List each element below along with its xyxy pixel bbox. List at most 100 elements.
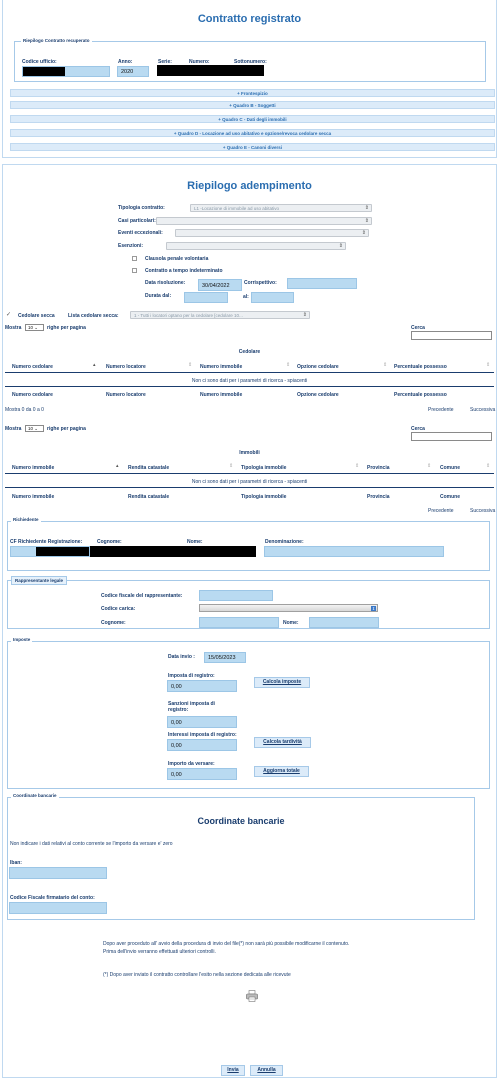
cf-richiedente-field[interactable] <box>10 546 90 557</box>
sort-icon[interactable]: ⇕ <box>355 463 359 469</box>
annulla-button[interactable]: Annulla <box>250 1065 283 1076</box>
denominazione-field[interactable] <box>264 546 444 557</box>
cedolare-foot-col-2: Numero locatore <box>106 392 146 398</box>
cedolare-secca-label: Cedolare secca <box>18 313 55 319</box>
cognome-richiedente-label: Cognome: <box>97 539 122 545</box>
iban-field[interactable] <box>9 867 107 879</box>
data-risoluzione-field[interactable]: 30/04/2022 <box>198 279 242 291</box>
immobili-foot-col-3: Tipologia immobile <box>241 494 287 500</box>
immobili-page-size-select[interactable]: 10 ⌄ <box>25 425 44 432</box>
nome-rappresentante-field[interactable] <box>309 617 379 628</box>
sort-icon[interactable]: ▴ <box>93 362 96 368</box>
immobili-col-4[interactable]: Provincia <box>367 465 390 471</box>
immobili-foot-col-1: Numero immobile <box>12 494 55 500</box>
al-label: al: <box>243 294 249 300</box>
esenzioni-select[interactable]: ⇕ <box>166 242 346 250</box>
interessi-field[interactable]: 0,00 <box>167 739 237 751</box>
cedolare-table-title: Cedolare <box>238 349 261 355</box>
coordinate-legend: Coordinate bancarie <box>11 793 59 798</box>
data-invio-field[interactable]: 15/05/2023 <box>204 652 246 663</box>
immobili-col-1[interactable]: Numero immobile <box>12 465 54 471</box>
chevron-updown-icon: ⇕ <box>364 218 369 224</box>
immobili-foot-col-5: Comune <box>440 494 460 500</box>
aggiorna-totale-button[interactable]: Aggiorna totale <box>254 766 309 777</box>
importo-field[interactable]: 0,00 <box>167 768 237 780</box>
nome-rappresentante-label: Nome: <box>283 620 299 626</box>
tempo-indeterminato-checkbox[interactable] <box>132 268 137 273</box>
eventi-select[interactable]: ⇕ <box>175 229 369 237</box>
chevron-updown-icon: ⇕ <box>364 205 369 211</box>
sort-icon[interactable]: ⇕ <box>229 463 233 469</box>
immobili-show-prefix: Mostra <box>5 426 22 432</box>
importo-label: Importo da versare: <box>168 761 215 767</box>
cognome-rappresentante-label: Cognome: <box>101 620 126 626</box>
carica-select[interactable]: ⇕ <box>199 604 378 612</box>
rappresentante-legend: Rappresentante legale <box>11 576 68 585</box>
imposte-fieldset <box>7 641 490 789</box>
sort-icon[interactable]: ⇕ <box>188 362 192 368</box>
cedolare-next[interactable]: Successiva <box>470 407 495 413</box>
cedolare-col-2[interactable]: Numero locatore <box>106 364 146 370</box>
cedolare-page-size-select[interactable]: 10 ⌄ <box>25 324 44 331</box>
sort-icon[interactable]: ⇕ <box>427 463 431 469</box>
casi-select[interactable]: ⇕ <box>156 217 372 225</box>
footer-note-2: Prima dell'invio verranno effettuati ult… <box>103 949 216 955</box>
sort-icon[interactable]: ▴ <box>116 463 119 469</box>
sanzioni-field[interactable]: 0,00 <box>167 716 237 728</box>
cf-rappresentante-field[interactable] <box>199 590 273 601</box>
chevron-updown-icon: ⇕ <box>338 243 343 249</box>
immobili-search-input[interactable] <box>411 432 492 441</box>
immobili-next[interactable]: Successiva <box>470 508 495 514</box>
cedolare-show-prefix: Mostra <box>5 325 22 331</box>
chevron-updown-icon: ⇕ <box>302 312 307 318</box>
interessi-label: Interessi imposta di registro: <box>168 732 237 738</box>
cognome-rappresentante-field[interactable] <box>199 617 279 628</box>
checkmark-icon[interactable]: ✓ <box>6 311 11 318</box>
lista-cedolare-select[interactable]: 1 - Tutti i locatori optano per la cedol… <box>130 311 310 319</box>
clausola-checkbox[interactable] <box>132 256 137 261</box>
immobili-foot-col-4: Provincia <box>367 494 390 500</box>
immobili-col-5[interactable]: Comune <box>440 465 460 471</box>
invia-button[interactable]: Invia <box>221 1065 245 1076</box>
cedolare-info: Mostra 0 da 0 a 0 <box>5 407 44 413</box>
corrispettivo-field[interactable] <box>287 278 357 289</box>
immobili-prev[interactable]: Precedente <box>428 508 454 514</box>
immobili-foot-col-2: Rendita catastale <box>128 494 170 500</box>
cedolare-col-4[interactable]: Opzione cedolare <box>297 364 339 370</box>
corrispettivo-label: Corrispettivo: <box>244 280 277 286</box>
durata-dal-field[interactable] <box>184 292 228 303</box>
cf-firmatario-label: Codice Fiscale firmatario del conto: <box>10 895 95 901</box>
calcola-tardivita-button[interactable]: Calcola tardività <box>254 737 311 748</box>
imposta-label: Imposta di registro: <box>168 673 215 679</box>
cedolare-foot-col-5: Percentuale possesso <box>394 392 447 398</box>
imposta-field[interactable]: 0,00 <box>167 680 237 692</box>
tipologia-label: Tipologia contratto: <box>118 205 165 211</box>
immobili-col-2[interactable]: Rendita catastale <box>128 465 169 471</box>
sort-icon[interactable]: ⇕ <box>383 362 387 368</box>
cedolare-col-3[interactable]: Numero immobile <box>200 364 242 370</box>
cedolare-empty-row: Non ci sono dati per i parametri di rice… <box>191 378 308 384</box>
cedolare-search-input[interactable] <box>411 331 492 340</box>
immobili-col-3[interactable]: Tipologia immobile <box>241 465 286 471</box>
durata-al-field[interactable] <box>251 292 294 303</box>
cf-firmatario-field[interactable] <box>9 902 107 914</box>
chevron-down-icon: ⌄ <box>34 426 39 431</box>
eventi-label: Eventi eccezionali: <box>118 230 163 236</box>
table-divider <box>5 372 494 373</box>
immobili-table-title: Immobili <box>239 450 260 456</box>
chevron-down-icon: ⌄ <box>34 325 39 330</box>
sort-icon[interactable]: ⇕ <box>286 362 290 368</box>
tipologia-select[interactable]: L1 -Locazione di immobile ad uso abitati… <box>190 204 372 212</box>
sort-icon[interactable]: ⇕ <box>486 463 490 469</box>
cedolare-col-5[interactable]: Percentuale possesso <box>394 364 447 370</box>
cedolare-foot-col-4: Opzione cedolare <box>297 392 339 398</box>
clausola-label: Clausola penale volontaria <box>145 256 209 262</box>
denominazione-label: Denominazione: <box>265 539 304 545</box>
calcola-imposte-button[interactable]: Calcola imposte <box>254 677 310 688</box>
carica-label: Codice carica: <box>101 606 136 612</box>
cedolare-prev[interactable]: Precedente <box>428 407 454 413</box>
nome-richiedente-label: Nome: <box>187 539 203 545</box>
sort-icon[interactable]: ⇕ <box>486 362 490 368</box>
cedolare-col-1[interactable]: Numero cedolare <box>12 364 53 370</box>
printer-icon[interactable] <box>246 990 258 1002</box>
